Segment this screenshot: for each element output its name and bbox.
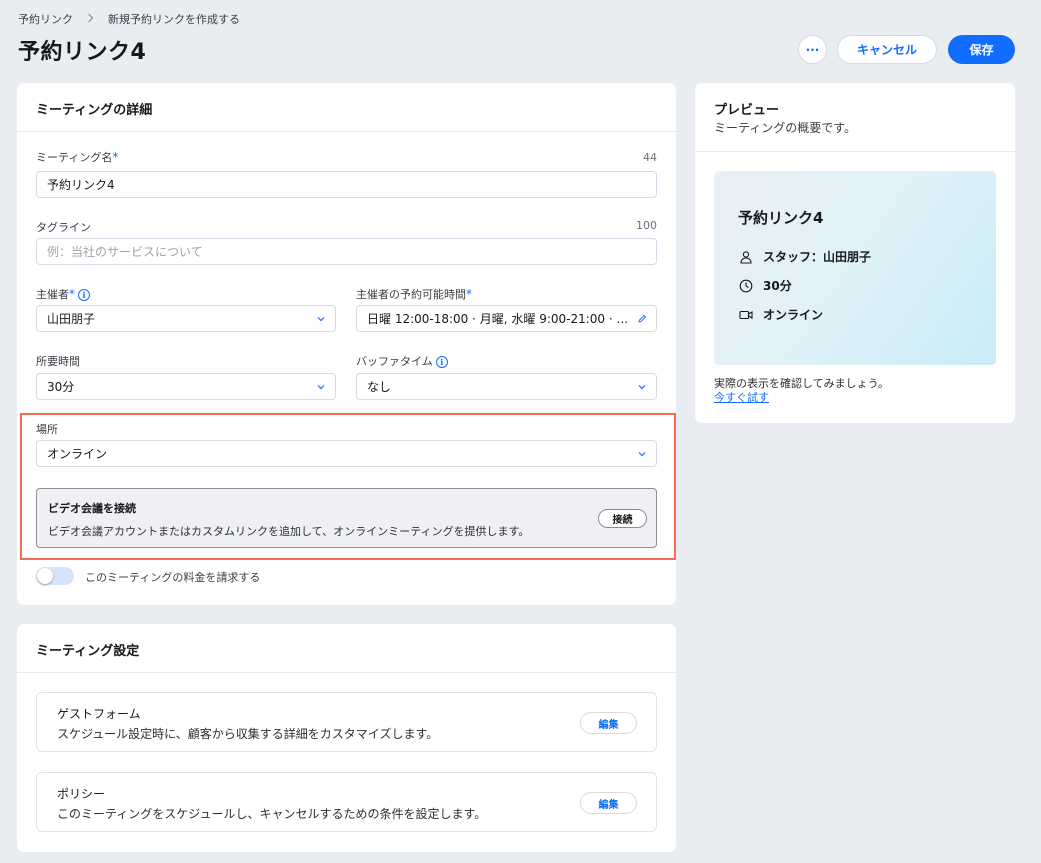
tagline-label: タグライン: [36, 221, 91, 234]
availability-value: 日曜 12:00-18:00 · 月曜, 水曜 9:00-21:00 · ...: [367, 312, 628, 326]
duration-label: 所要時間: [36, 355, 80, 368]
pencil-icon[interactable]: [637, 314, 647, 324]
tagline-input[interactable]: 例：当社のサービスについて: [36, 238, 657, 265]
chevron-down-icon: [638, 385, 646, 390]
duration-select-value: 30分: [47, 380, 75, 394]
person-icon: [740, 250, 752, 264]
policy-edit-button[interactable]: 編集: [580, 792, 637, 814]
save-button[interactable]: 保存: [948, 35, 1015, 64]
preview-visual: 予約リンク4 スタッフ：山田朋子 30分 オンライン: [714, 171, 996, 365]
meeting-settings-card: ミーティング設定 ゲストフォーム スケジュール設定時に、顧客から収集する詳細をカ…: [17, 624, 676, 852]
buffer-select[interactable]: なし: [356, 373, 657, 400]
breadcrumb: 予約リンク 新規予約リンクを作成する: [18, 11, 240, 27]
preview-duration-row: 30分: [739, 277, 792, 294]
meeting-settings-title: ミーティング設定: [36, 644, 140, 659]
preview-staff-row: スタッフ：山田朋子: [739, 248, 871, 265]
policy-description: このミーティングをスケジュールし、キャンセルするための条件を設定します。: [57, 807, 487, 821]
tagline-counter: 100: [636, 219, 657, 232]
host-label: 主催者* i: [36, 286, 90, 302]
page-title: 予約リンク4: [18, 40, 147, 65]
video-conference-description: ビデオ会議アカウントまたはカスタムリンクを追加して、オンラインミーティングを提供…: [48, 525, 530, 538]
preview-subtitle: ミーティングの概要です。: [714, 121, 857, 135]
preview-location: オンライン: [763, 308, 824, 322]
toggle-knob: [37, 568, 53, 584]
divider: [695, 151, 1015, 152]
chevron-right-icon: [87, 13, 94, 26]
policy-row: ポリシー このミーティングをスケジュールし、キャンセルするための条件を設定します…: [36, 772, 657, 832]
info-icon[interactable]: i: [78, 289, 90, 301]
guest-form-row: ゲストフォーム スケジュール設定時に、顧客から収集する詳細をカスタマイズします。…: [36, 692, 657, 752]
divider: [17, 672, 676, 673]
preview-staff: スタッフ：山田朋子: [763, 250, 872, 264]
charge-toggle-label: このミーティングの料金を請求する: [85, 571, 261, 584]
meeting-details-title: ミーティングの詳細: [36, 103, 153, 118]
divider: [17, 131, 676, 132]
meeting-name-label: ミーティング名*: [36, 150, 119, 164]
guest-form-edit-button[interactable]: 編集: [580, 712, 637, 734]
location-select[interactable]: オンライン: [36, 440, 657, 467]
meeting-name-counter: 44: [643, 151, 657, 164]
chevron-down-icon: [317, 317, 325, 322]
guest-form-description: スケジュール設定時に、顧客から収集する詳細をカスタマイズします。: [57, 727, 439, 741]
breadcrumb-current: 新規予約リンクを作成する: [108, 13, 240, 26]
buffer-select-value: なし: [367, 380, 392, 394]
duration-select[interactable]: 30分: [36, 373, 336, 400]
more-actions-button[interactable]: ···: [798, 35, 827, 64]
location-select-value: オンライン: [47, 447, 108, 461]
preview-card-title: 予約リンク4: [738, 209, 824, 227]
buffer-label: バッファタイム i: [356, 353, 448, 369]
try-now-link[interactable]: 今すぐ試す: [714, 389, 769, 405]
guest-form-title: ゲストフォーム: [57, 707, 141, 721]
meeting-name-input[interactable]: 予約リンク4: [36, 171, 657, 198]
policy-title: ポリシー: [57, 787, 106, 801]
preview-location-row: オンライン: [739, 306, 823, 323]
cancel-button[interactable]: キャンセル: [837, 35, 937, 64]
availability-field[interactable]: 日曜 12:00-18:00 · 月曜, 水曜 9:00-21:00 · ...: [356, 305, 657, 332]
info-icon[interactable]: i: [435, 356, 448, 368]
charge-toggle[interactable]: [36, 567, 74, 585]
breadcrumb-root-link[interactable]: 予約リンク: [18, 11, 73, 27]
video-conference-box: ビデオ会議を接続 ビデオ会議アカウントまたはカスタムリンクを追加して、オンライン…: [36, 488, 657, 548]
preview-duration: 30分: [763, 279, 792, 293]
clock-icon: [739, 279, 753, 292]
chevron-down-icon: [638, 452, 646, 457]
preview-title: プレビュー: [714, 103, 780, 118]
host-select-value: 山田朋子: [47, 312, 96, 326]
video-conference-title: ビデオ会議を接続: [48, 502, 136, 515]
host-select[interactable]: 山田朋子: [36, 305, 336, 332]
preview-card: プレビュー ミーティングの概要です。 予約リンク4 スタッフ：山田朋子 30分 …: [695, 83, 1015, 423]
connect-button[interactable]: 接続: [598, 509, 647, 528]
video-icon: [739, 310, 753, 319]
location-label: 場所: [36, 423, 58, 436]
chevron-down-icon: [317, 385, 325, 390]
availability-label: 主催者の予約可能時間*: [356, 287, 472, 301]
